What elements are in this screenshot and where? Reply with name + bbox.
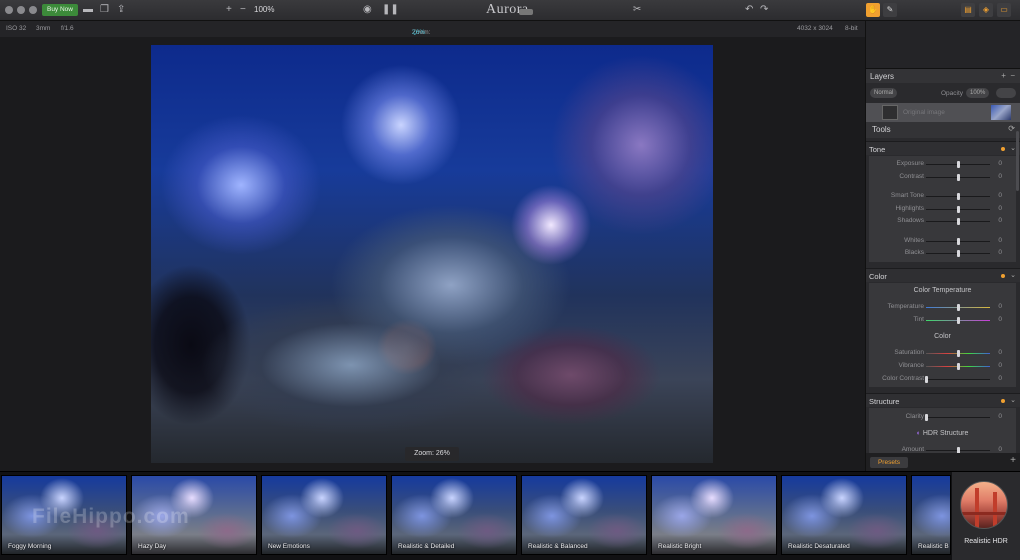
- slider-temperature[interactable]: Temperature 0: [869, 301, 1016, 313]
- redo-icon[interactable]: ↷: [760, 4, 768, 16]
- info-bar: ISO 32 3mm f/1.6 Zoom: 26% ⌄ 4032 x 3024…: [0, 21, 865, 37]
- image-canvas[interactable]: [0, 37, 865, 471]
- histogram-icon[interactable]: ▤: [961, 3, 975, 17]
- slider-exposure[interactable]: Exposure 0: [869, 158, 1016, 170]
- slider-highlights[interactable]: Highlights 0: [869, 203, 1016, 215]
- slider-color-contrast[interactable]: Color Contrast 0: [869, 373, 1016, 385]
- slider-shadows[interactable]: Shadows 0: [869, 215, 1016, 227]
- presets-button[interactable]: Presets: [870, 457, 908, 468]
- golden-gate-thumbnail: [960, 481, 1008, 529]
- structure-active-dot: [1001, 399, 1005, 403]
- layer-mask-thumb: [882, 105, 898, 120]
- preset-realistic-balanced[interactable]: Realistic & Balanced: [521, 475, 647, 555]
- reset-tools-icon[interactable]: ⟳: [1008, 124, 1015, 133]
- iso-value: ISO 32: [6, 25, 27, 32]
- watermark-text: FileHippo.com: [32, 505, 190, 528]
- buy-now-button[interactable]: Buy Now: [42, 4, 78, 16]
- close-window-button[interactable]: [5, 6, 13, 14]
- slider-contrast[interactable]: Contrast 0: [869, 171, 1016, 183]
- focal-length: 3mm: [36, 25, 51, 32]
- preset-realistic-detailed[interactable]: Realistic & Detailed: [391, 475, 517, 555]
- preset-new-emotions[interactable]: New Emotions: [261, 475, 387, 555]
- opacity-label: Opacity: [941, 90, 964, 97]
- tone-active-dot: [1001, 147, 1005, 151]
- bit-depth: 8-bit: [845, 25, 858, 32]
- compare-icon[interactable]: ❚❚: [382, 4, 399, 16]
- slider-whites[interactable]: Whites 0: [869, 235, 1016, 247]
- share-icon[interactable]: ⇪: [117, 4, 125, 16]
- crop-icon[interactable]: ✂: [633, 4, 641, 16]
- color-header[interactable]: Color ⌄: [866, 268, 1020, 282]
- color-heading: Color: [934, 333, 951, 340]
- panel-scrollbar[interactable]: [1016, 131, 1019, 191]
- layers-icon[interactable]: ◈: [979, 3, 993, 17]
- logo-badge: [519, 9, 533, 15]
- slider-saturation[interactable]: Saturation 0: [869, 347, 1016, 359]
- batch-icon[interactable]: ❐: [100, 4, 109, 16]
- preset-category-realistic-hdr[interactable]: Realistic HDR: [952, 472, 1020, 560]
- opacity-select[interactable]: 100%: [966, 88, 990, 98]
- slider-amount[interactable]: Amount 0: [869, 444, 1016, 453]
- slider-smart-tone[interactable]: Smart Tone 0: [869, 190, 1016, 202]
- zoom-window-button[interactable]: [29, 6, 37, 14]
- layers-header: Layers + −: [866, 69, 1020, 83]
- aperture: f/1.6: [61, 25, 74, 32]
- slider-tint[interactable]: Tint 0: [869, 314, 1016, 326]
- zoom-level[interactable]: 100%: [254, 5, 274, 14]
- add-preset-icon[interactable]: +: [1010, 455, 1016, 466]
- layer-image-thumb: [991, 105, 1011, 120]
- hdr-structure-icon: ◐: [916, 430, 921, 437]
- tone-group: Exposure 0 Contrast 0 Smart Tone 0 Highligh…: [869, 156, 1016, 262]
- layer-options-select[interactable]: [996, 88, 1016, 98]
- presets-panel-icon[interactable]: ▭: [997, 3, 1011, 17]
- preset-realistic-desaturated[interactable]: Realistic Desaturated: [781, 475, 907, 555]
- hdr-structure-heading: ◐ HDR Structure: [916, 430, 969, 437]
- slider-blacks[interactable]: Blacks 0: [869, 247, 1016, 259]
- slider-vibrance[interactable]: Vibrance 0: [869, 360, 1016, 372]
- add-layer-icon[interactable]: + −: [1001, 71, 1015, 80]
- structure-header[interactable]: Structure ⌄: [866, 393, 1020, 407]
- blend-mode-select[interactable]: Normal: [870, 88, 898, 98]
- title-bar: Buy Now ▬ ❐ ⇪ + − 100% ◉ ❚❚ Aurora ✂ ↶ ↷…: [0, 0, 1020, 21]
- histogram-area: [866, 21, 1020, 69]
- undo-icon[interactable]: ↶: [745, 4, 753, 16]
- layer-original-image[interactable]: Original image: [866, 103, 1020, 122]
- zoom-out-icon[interactable]: −: [240, 4, 246, 16]
- image-dimensions: 4032 x 3024: [797, 25, 833, 32]
- open-folder-icon[interactable]: ▬: [83, 4, 93, 16]
- chevron-down-icon[interactable]: ⌄: [1010, 271, 1016, 279]
- app-window: Buy Now ▬ ❐ ⇪ + − 100% ◉ ❚❚ Aurora ✂ ↶ ↷…: [0, 0, 1020, 560]
- preset-realistic-bright[interactable]: Realistic Bright: [651, 475, 777, 555]
- preset-realistic-b[interactable]: Realistic B: [911, 475, 951, 555]
- color-temperature-heading: Color Temperature: [913, 287, 972, 294]
- color-group: Color Temperature Temperature 0 Tint 0 Col…: [869, 283, 1016, 387]
- adjust-tool-icon[interactable]: ✋: [866, 3, 880, 17]
- zoom-in-icon[interactable]: +: [226, 4, 232, 16]
- right-panel: Layers + − Normal Opacity 100% Original …: [865, 21, 1020, 471]
- zoom-overlay: Zoom: 26%: [405, 447, 459, 461]
- minimize-window-button[interactable]: [17, 6, 25, 14]
- tone-header[interactable]: Tone ⌄: [866, 141, 1020, 155]
- slider-clarity[interactable]: Clarity 0: [869, 411, 1016, 423]
- preview-eye-icon[interactable]: ◉: [363, 4, 372, 16]
- panel-footer: Presets +: [866, 453, 1020, 471]
- aquarium-photo[interactable]: [151, 45, 713, 463]
- chevron-down-icon[interactable]: ⌄: [1010, 396, 1016, 404]
- tools-header: Tools ⟳: [866, 122, 1020, 138]
- structure-group: Clarity 0 ◐ HDR Structure Amount 0: [869, 408, 1016, 453]
- brush-tool-icon[interactable]: ✎: [883, 3, 897, 17]
- color-active-dot: [1001, 274, 1005, 278]
